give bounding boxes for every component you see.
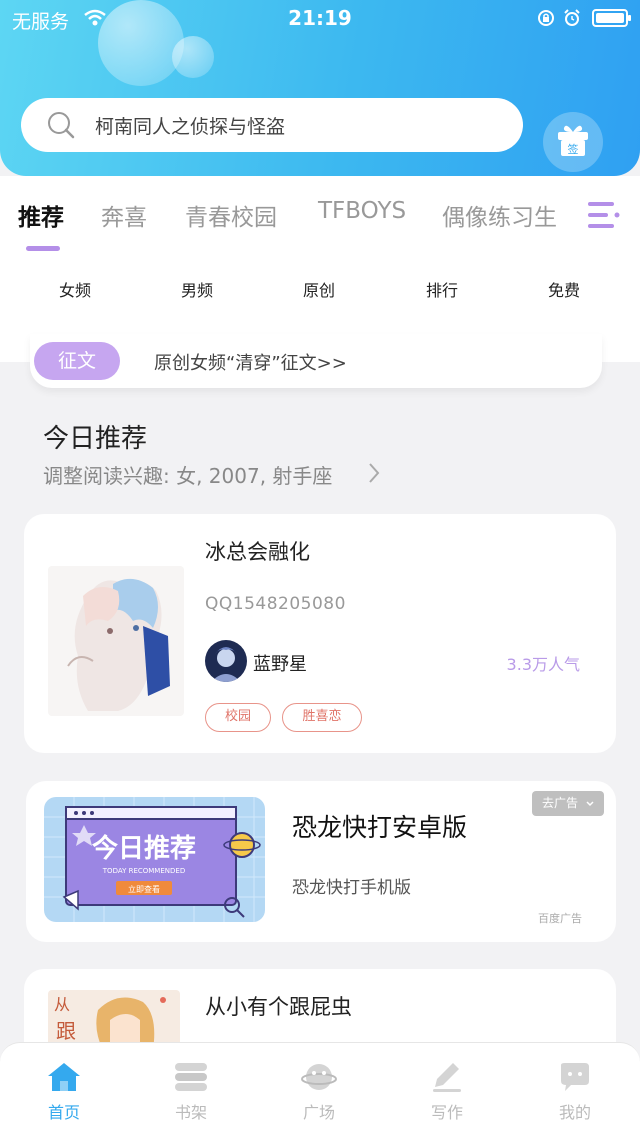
nav-write[interactable]: 写作 xyxy=(407,1061,487,1123)
nav-label: 我的 xyxy=(558,1103,591,1122)
bookshelf-icon xyxy=(175,1063,207,1091)
nav-label: 广场 xyxy=(302,1103,335,1122)
ad-description: 恐龙快打手机版 xyxy=(292,878,411,898)
decor-bubble-small xyxy=(172,36,214,78)
chevron-right-icon xyxy=(369,463,380,483)
book-cover-image xyxy=(48,566,184,716)
nav-label: 首页 xyxy=(47,1103,80,1122)
category-ranking[interactable]: 排行 xyxy=(402,277,482,301)
nav-bookshelf[interactable]: 书架 xyxy=(151,1061,231,1123)
author-name[interactable]: 蓝野星 xyxy=(253,650,307,676)
svg-text:跟: 跟 xyxy=(56,1019,76,1043)
reading-interest-link[interactable]: 调整阅读兴趣: 女, 2007, 射手座 xyxy=(43,460,332,489)
category-female[interactable]: 女频 xyxy=(35,277,115,301)
search-bar[interactable]: 柯南同人之侦探与怪盗 xyxy=(21,98,523,152)
avatar[interactable] xyxy=(205,640,247,682)
search-icon xyxy=(48,112,75,139)
book-title[interactable]: 从小有个跟屁虫 xyxy=(205,991,352,1021)
tab-recommend[interactable]: 推荐 xyxy=(18,198,64,232)
tab-menu-icon[interactable] xyxy=(586,200,620,230)
category-free[interactable]: 免费 xyxy=(524,277,604,301)
gift-icon: 签 xyxy=(558,125,588,156)
pen-icon xyxy=(433,1063,461,1092)
ad-source-label: 百度广告 xyxy=(538,912,582,925)
book-tag[interactable]: 胜喜恋 xyxy=(282,703,362,732)
book-cover-image: 从 跟 xyxy=(48,990,180,1050)
planet-icon xyxy=(301,1064,337,1090)
nav-home[interactable]: 首页 xyxy=(24,1061,104,1123)
remove-ad-label: 去广告 xyxy=(542,796,579,810)
book-tag[interactable]: 校园 xyxy=(205,703,271,732)
nav-profile[interactable]: 我的 xyxy=(535,1061,615,1123)
category-original[interactable]: 原创 xyxy=(279,277,359,301)
nav-label: 写作 xyxy=(430,1103,463,1122)
home-icon xyxy=(48,1063,80,1091)
author-id: QQ1548205080 xyxy=(205,594,346,614)
contest-text: 原创女频“清穿”征文>> xyxy=(154,353,347,374)
svg-text:今日推荐: 今日推荐 xyxy=(92,833,196,864)
status-bar: 无服务 21:19 xyxy=(0,0,640,36)
ad-banner-image: 今日推荐 TODAY RECOMMENDED 立即查看 xyxy=(44,797,265,922)
svg-text:TODAY RECOMMENDED: TODAY RECOMMENDED xyxy=(102,867,185,875)
remove-ad-button[interactable]: 去广告 xyxy=(532,791,604,816)
active-tab-indicator xyxy=(26,246,60,251)
battery-icon xyxy=(592,9,631,27)
checkin-gift-button[interactable]: 签 xyxy=(543,112,603,172)
bottom-nav: 首页 书架 广场 写作 我的 xyxy=(0,1042,640,1139)
contest-badge: 征文 xyxy=(34,342,120,380)
svg-text:立即查看: 立即查看 xyxy=(128,884,160,894)
tab-tfboys[interactable]: TFBOYS xyxy=(318,198,406,224)
search-placeholder: 柯南同人之侦探与怪盗 xyxy=(95,116,286,138)
nav-plaza[interactable]: 广场 xyxy=(279,1061,359,1123)
tab-idol-trainee[interactable]: 偶像练习生 xyxy=(442,198,557,232)
chat-bubble-icon xyxy=(561,1063,589,1091)
category-male[interactable]: 男频 xyxy=(157,277,237,301)
book-title[interactable]: 冰总会融化 xyxy=(205,536,310,566)
alarm-icon xyxy=(564,9,580,26)
popularity-count: 3.3万人气 xyxy=(506,655,580,674)
contest-notice[interactable]: 征文 原创女频“清穿”征文>> xyxy=(30,334,602,388)
svg-text:签: 签 xyxy=(568,142,579,156)
orientation-lock-icon xyxy=(538,10,554,26)
section-title: 今日推荐 xyxy=(43,424,148,454)
ad-title[interactable]: 恐龙快打安卓版 xyxy=(292,808,467,844)
svg-text:从: 从 xyxy=(54,995,70,1014)
header: 无服务 21:19 柯南同人之侦探与怪盗 签 xyxy=(0,0,640,176)
chevron-down-icon xyxy=(586,801,594,807)
tab-benxi[interactable]: 奔喜 xyxy=(101,198,147,232)
nav-label: 书架 xyxy=(174,1103,207,1122)
tab-campus[interactable]: 青春校园 xyxy=(185,198,277,232)
